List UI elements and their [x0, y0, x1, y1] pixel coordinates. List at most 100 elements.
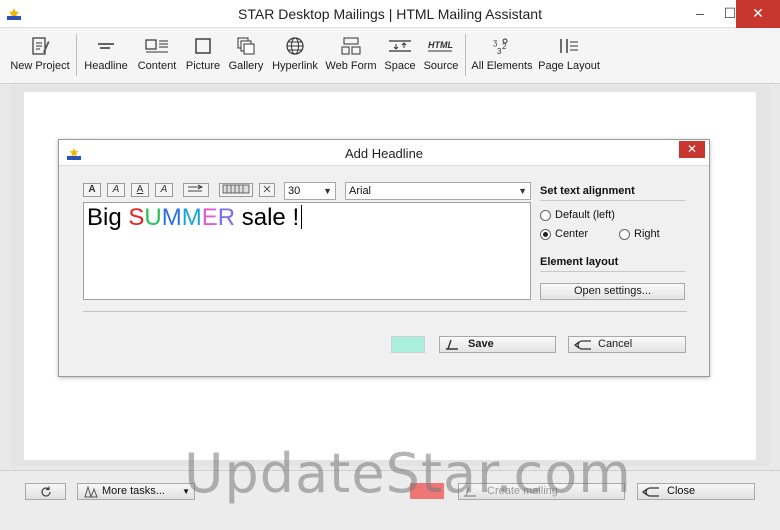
- title-bar: STAR Desktop Mailings | HTML Mailing Ass…: [0, 0, 780, 28]
- radio-icon: [540, 210, 551, 221]
- cancel-button[interactable]: Cancel: [568, 336, 686, 353]
- save-button[interactable]: Save: [439, 336, 556, 353]
- watermark-text: UpdateStar.com: [184, 442, 632, 505]
- color-bar-button[interactable]: [219, 183, 253, 197]
- picture-label: Picture: [185, 60, 221, 72]
- html-source-icon: HTML: [428, 40, 453, 52]
- content-button[interactable]: Content: [134, 31, 180, 79]
- headline-part: sale !: [235, 204, 300, 231]
- cancel-label: Cancel: [598, 338, 633, 350]
- arrow-right-icon: [188, 184, 204, 192]
- headline-text: Big SUMMER sale !: [87, 204, 303, 232]
- align-left-label: Default (left): [555, 209, 615, 221]
- text-caret: [301, 205, 303, 229]
- globe-icon: [286, 37, 304, 55]
- source-label: Source: [423, 60, 459, 72]
- toolbar-separator: [76, 34, 77, 76]
- dialog-close-button[interactable]: ✕: [679, 141, 705, 158]
- headline-part: R: [217, 204, 236, 231]
- space-label: Space: [384, 60, 416, 72]
- text-style-button[interactable]: A: [155, 183, 173, 197]
- new-project-label: New Project: [10, 60, 70, 72]
- background-color-swatch[interactable]: [391, 336, 425, 353]
- content-icon: [145, 39, 168, 53]
- new-project-icon: [32, 37, 50, 55]
- layout-heading: Element layout: [540, 256, 619, 268]
- tasks-icon: [84, 486, 98, 498]
- close-window-button[interactable]: ✕: [736, 0, 780, 28]
- headline-part: M: [181, 204, 202, 231]
- font-size-select[interactable]: 30 ▼: [284, 182, 336, 200]
- clear-format-icon: [263, 185, 271, 193]
- headline-part: U: [144, 204, 162, 231]
- headline-part: S: [128, 204, 145, 231]
- more-tasks-button[interactable]: More tasks... ▼: [77, 483, 195, 500]
- undo-arrow-icon: [642, 487, 659, 497]
- page-layout-label: Page Layout: [538, 60, 600, 72]
- chevron-down-icon: ▼: [323, 186, 332, 196]
- link-button[interactable]: [183, 183, 209, 197]
- save-check-icon: [446, 339, 458, 350]
- refresh-icon: [41, 486, 51, 497]
- refresh-button[interactable]: [25, 483, 66, 500]
- headline-part: Big: [87, 204, 129, 231]
- font-size-value: 30: [288, 185, 301, 197]
- italic-button[interactable]: A: [107, 183, 125, 197]
- radio-selected-icon: [540, 229, 551, 240]
- more-tasks-label: More tasks...: [102, 485, 165, 497]
- main-toolbar: New Project Headline Content Picture Gal…: [0, 28, 780, 84]
- web-form-button[interactable]: Web Form: [324, 31, 378, 79]
- svg-text:HTML: HTML: [428, 40, 453, 50]
- svg-text:3: 3: [497, 47, 502, 56]
- bold-button[interactable]: A: [83, 183, 101, 197]
- gallery-icon: [237, 37, 255, 55]
- headline-icon: [98, 43, 114, 49]
- headline-button[interactable]: Headline: [82, 31, 130, 79]
- all-elements-button[interactable]: ʒ23 All Elements: [470, 31, 534, 79]
- color-palette-icon: [222, 184, 250, 194]
- hyperlink-label: Hyperlink: [272, 60, 318, 72]
- divider: [540, 200, 685, 201]
- space-button[interactable]: Space: [382, 31, 418, 79]
- dialog-title-bar: Add Headline ✕: [59, 140, 709, 166]
- gallery-label: Gallery: [228, 60, 264, 72]
- page-layout-icon: [560, 39, 578, 53]
- space-icon: [389, 40, 411, 52]
- dialog-divider: [83, 311, 687, 312]
- svg-text:ʒ: ʒ: [493, 38, 498, 47]
- all-elements-icon: ʒ 23: [493, 38, 508, 56]
- close-label: Close: [667, 485, 696, 497]
- close-button[interactable]: Close: [637, 483, 755, 500]
- hyperlink-button[interactable]: Hyperlink: [270, 31, 320, 79]
- align-right-label: Right: [634, 228, 660, 240]
- open-settings-button[interactable]: Open settings...: [540, 283, 685, 300]
- web-form-icon: [341, 37, 361, 55]
- chevron-down-icon: ▼: [518, 186, 527, 196]
- font-family-select[interactable]: Arial ▼: [345, 182, 531, 200]
- picture-icon: [195, 38, 211, 54]
- window-title: STAR Desktop Mailings | HTML Mailing Ass…: [238, 6, 542, 22]
- content-label: Content: [137, 60, 177, 72]
- divider: [540, 271, 685, 272]
- save-label: Save: [468, 338, 494, 350]
- new-project-button[interactable]: New Project: [8, 31, 72, 79]
- add-headline-dialog: Add Headline ✕ A A A A 30 ▼ Arial ▼ Big …: [58, 139, 710, 377]
- underline-button[interactable]: A: [131, 183, 149, 197]
- picture-button[interactable]: Picture: [184, 31, 222, 79]
- all-elements-label: All Elements: [471, 60, 533, 72]
- toolbar-separator: [465, 34, 466, 76]
- undo-arrow-icon: [574, 340, 591, 350]
- page-layout-button[interactable]: Page Layout: [538, 31, 600, 79]
- radio-icon: [619, 229, 630, 240]
- headline-editor[interactable]: Big SUMMER sale !: [83, 202, 531, 300]
- dialog-title: Add Headline: [344, 146, 424, 161]
- source-button[interactable]: HTML Source: [422, 31, 460, 79]
- font-family-value: Arial: [349, 185, 372, 197]
- headline-label: Headline: [84, 60, 128, 72]
- headline-part: M: [161, 204, 182, 231]
- web-form-label: Web Form: [325, 60, 377, 72]
- align-center-label: Center: [555, 228, 589, 240]
- clear-format-button[interactable]: [259, 183, 275, 197]
- gallery-button[interactable]: Gallery: [226, 31, 266, 79]
- alignment-heading: Set text alignment: [540, 185, 635, 197]
